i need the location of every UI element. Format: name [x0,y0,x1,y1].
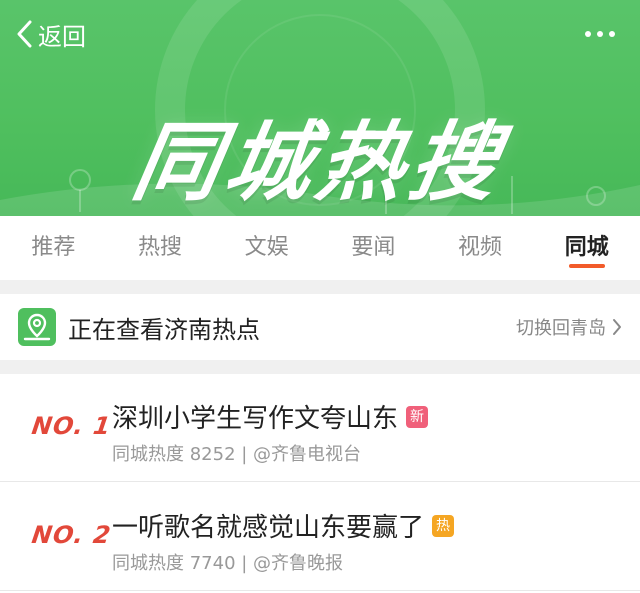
chevron-right-icon [613,319,621,335]
section-divider [0,360,640,374]
list-item[interactable]: NO. 2 一听歌名就感觉山东要赢了 热 同城热度 7740 | @齐鲁晚报 [0,483,640,591]
more-options-icon[interactable] [580,20,620,48]
banner-title: 同城热搜 [125,113,512,213]
chevron-left-icon [17,20,32,48]
tab-hot-search[interactable]: 热搜 [107,216,214,280]
list-item[interactable]: NO. 1 深圳小学生写作文夸山东 新 同城热度 8252 | @齐鲁电视台 [0,374,640,482]
category-tabs: 推荐 热搜 文娱 要闻 视频 同城 [0,216,640,280]
item-title: 深圳小学生写作文夸山东 [112,404,399,434]
tab-news[interactable]: 要闻 [320,216,427,280]
new-badge: 新 [406,405,429,428]
section-divider [0,280,640,294]
location-pin-icon [18,308,56,346]
back-label: 返回 [38,22,86,51]
tab-recommend[interactable]: 推荐 [0,216,107,280]
item-meta: 同城热度 7740 | @齐鲁晚报 [112,553,344,574]
rank-label: NO. 2 [30,521,114,549]
rank-label: NO. 1 [30,412,114,440]
location-status-text: 正在查看济南热点 [68,315,260,344]
switch-city-label: 切换回青岛 [516,318,606,339]
item-title: 一听歌名就感觉山东要赢了 [112,513,425,543]
back-button[interactable]: 返回 [16,14,86,54]
tab-video[interactable]: 视频 [427,216,534,280]
location-bar: 正在查看济南热点 切换回青岛 [0,294,640,360]
active-tab-indicator [568,264,605,268]
item-title-row: 一听歌名就感觉山东要赢了 热 [112,507,455,544]
item-title-row: 深圳小学生写作文夸山东 新 [112,398,429,435]
tab-local[interactable]: 同城 [533,216,640,280]
switch-city-link[interactable]: 切换回青岛 [516,314,622,340]
tab-entertainment[interactable]: 文娱 [213,216,320,280]
hot-badge: 热 [432,514,455,537]
header-banner: 返回 同城热搜 [0,0,640,216]
item-meta: 同城热度 8252 | @齐鲁电视台 [112,444,362,465]
